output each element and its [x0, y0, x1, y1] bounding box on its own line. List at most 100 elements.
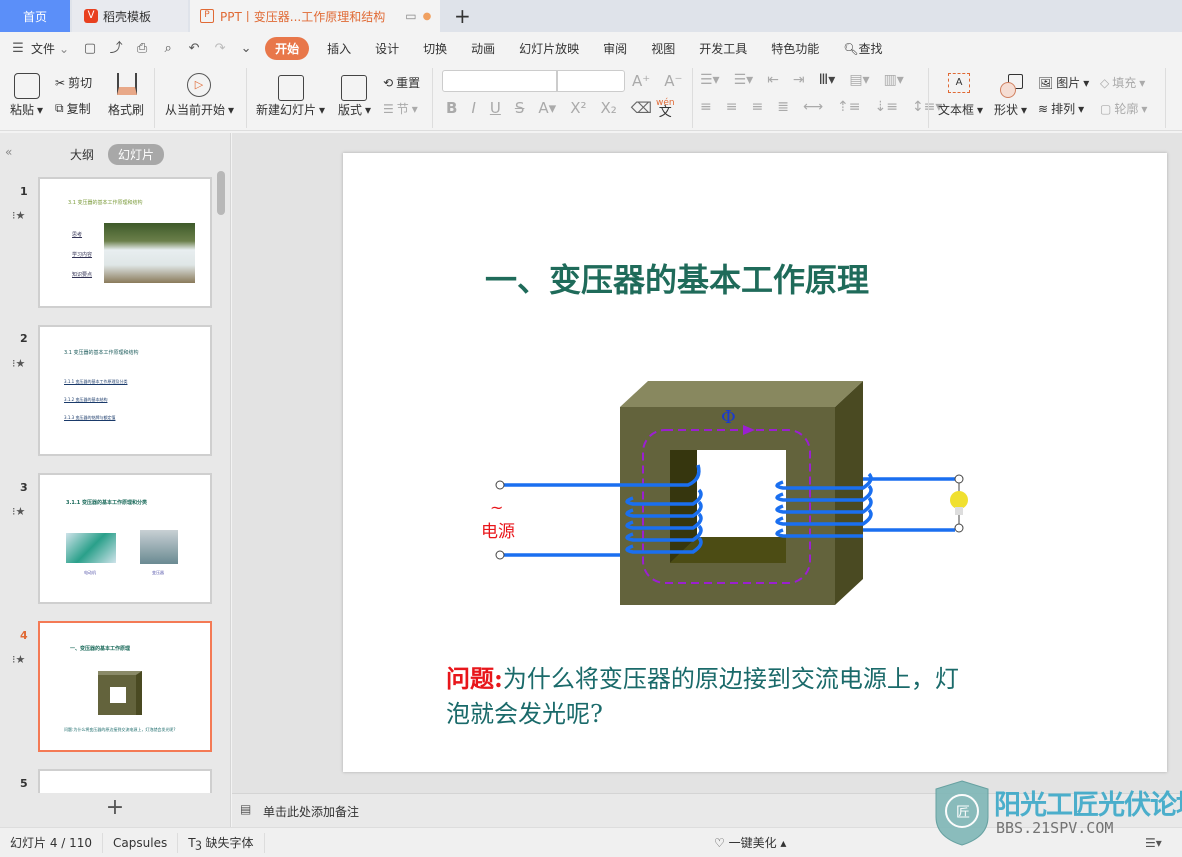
format-painter-button[interactable]: 格式刷 — [108, 101, 144, 118]
customize-dropdown-icon[interactable]: ⌄ — [238, 41, 254, 57]
menu-review[interactable]: 审阅 — [591, 40, 639, 57]
menu-slideshow[interactable]: 幻灯片放映 — [507, 40, 591, 57]
scrollbar-thumb[interactable] — [217, 171, 225, 215]
thumb-title: 一、变压器的基本工作原理 — [70, 646, 131, 652]
missing-fonts-button[interactable]: Tꝫ 缺失字体 — [178, 832, 265, 853]
slide-thumbnail-1[interactable]: 3.1 变压器的基本工作原理和结构 思考 学习内容 知识要点 — [38, 177, 212, 308]
shape-button[interactable]: 形状 ▾ — [994, 101, 1027, 118]
undo-icon[interactable]: ↶ — [186, 41, 202, 57]
justify-icon[interactable]: ≣ — [777, 99, 789, 115]
italic-icon[interactable]: I — [471, 99, 475, 117]
layout-button[interactable]: 版式 ▾ — [338, 101, 371, 118]
text-box-button[interactable]: 文本框 ▾ — [938, 101, 983, 118]
distribute-icon[interactable]: ⟷ — [803, 99, 823, 115]
menu-developer[interactable]: 开发工具 — [687, 40, 759, 57]
cut-button[interactable]: ✂ 剪切 — [55, 74, 92, 91]
print-icon[interactable]: ⎙ — [134, 41, 150, 57]
tab-slides[interactable]: 幻灯片 — [108, 144, 165, 165]
menu-features[interactable]: 特色功能 — [759, 40, 831, 57]
beautify-button[interactable]: ♡ 一键美化 ▴ — [714, 834, 786, 851]
superscript-icon[interactable]: X² — [570, 99, 586, 117]
underline-icon[interactable]: U — [490, 99, 501, 117]
question-line-2: 泡就会发光呢? — [446, 700, 603, 728]
search-button[interactable]: 🔍︎查找 — [831, 40, 894, 57]
thumb-item: 变压器 — [152, 570, 164, 575]
paste-button[interactable]: 粘贴 ▾ — [10, 101, 43, 118]
section-icon: ☰ — [383, 101, 394, 116]
text-direction-icon[interactable]: Ⅲ▾ — [819, 72, 836, 88]
menu-insert[interactable]: 插入 — [315, 40, 363, 57]
subscript-icon[interactable]: X₂ — [600, 99, 616, 117]
bullet-list-icon[interactable]: ☰▾ — [700, 72, 720, 88]
menu-animations[interactable]: 动画 — [459, 40, 507, 57]
chevron-down-icon[interactable]: ⌄ — [59, 42, 69, 56]
hamburger-icon[interactable]: ☰ — [10, 41, 26, 57]
collapse-panel-icon[interactable]: « — [5, 145, 12, 159]
font-color-icon[interactable]: A▾ — [538, 99, 556, 117]
new-tab-button[interactable]: + — [454, 0, 474, 32]
tab-home[interactable]: 首页 — [0, 0, 70, 32]
slide-thumbnail-5[interactable] — [38, 769, 212, 793]
increase-indent-icon[interactable]: ⇥ — [793, 72, 805, 88]
tab-document[interactable]: P PPT丨变压器...工作原理和结构 ▭ ● — [190, 0, 440, 32]
fill-button[interactable]: ◇ 填充 ▾ — [1100, 74, 1145, 91]
thumb-item: 思考 — [72, 232, 83, 238]
slide-thumbnail-2[interactable]: 3.1 变压器的基本工作原理和结构 3.1.1 变压器的基本工作原理及分类 3.… — [38, 325, 212, 456]
new-slide-button[interactable]: 新建幻灯片 ▾ — [256, 101, 325, 118]
increase-font-icon[interactable]: A⁺ — [632, 72, 650, 90]
align-text-icon[interactable]: ▤▾ — [849, 72, 869, 88]
menu-home[interactable]: 开始 — [265, 37, 310, 60]
theme-name[interactable]: Capsules — [103, 832, 179, 853]
fill-icon: ◇ — [1100, 75, 1110, 90]
play-icon: ▷ — [187, 73, 211, 97]
slide-canvas[interactable]: 一、变压器的基本工作原理 Φ ~ 电源 问题:为什么将变压器的原边接到交流电源上… — [343, 153, 1167, 772]
font-name-dropdown[interactable] — [442, 70, 557, 92]
font-size-dropdown[interactable] — [557, 70, 625, 92]
monitor-icon[interactable]: ▭ — [405, 9, 416, 23]
phonetic-guide-button[interactable]: wén 文 — [656, 98, 675, 119]
save-icon[interactable]: ▢ — [82, 41, 98, 57]
bold-icon[interactable]: B — [446, 99, 457, 117]
eraser-icon[interactable]: ⌫ — [631, 99, 652, 117]
menu-transitions[interactable]: 切换 — [411, 40, 459, 57]
copy-button[interactable]: ⧉ 复制 — [55, 100, 91, 117]
align-right-icon[interactable]: ≡ — [751, 99, 763, 115]
reset-button[interactable]: ⟲ 重置 — [383, 74, 420, 91]
file-menu[interactable]: 文件 — [31, 40, 55, 57]
slide-thumbnail-4[interactable]: 一、变压器的基本工作原理 问题:为什么将变压器的原边接到交流电源上，灯泡就会发光… — [38, 621, 212, 752]
menu-bar: ☰ 文件 ⌄ ▢ ⤴ ⎙ ⌕ ↶ ↷ ⌄ 开始 插入 设计 切换 动画 幻灯片放映… — [0, 32, 1182, 65]
export-icon[interactable]: ⤴ — [108, 41, 124, 57]
paste-icon — [14, 73, 40, 99]
menu-view[interactable]: 视图 — [639, 40, 687, 57]
tab-docer-templates[interactable]: ᐯ 稻壳模板 — [72, 0, 188, 32]
align-center-icon[interactable]: ≡ — [726, 99, 738, 115]
align-left-icon[interactable]: ≡ — [700, 99, 712, 115]
slide-thumbnail-3[interactable]: 3.1.1 变压器的基本工作原理和分类 电动机 变压器 — [38, 473, 212, 604]
decrease-font-icon[interactable]: A⁻ — [664, 72, 682, 90]
decrease-indent-icon[interactable]: ⇤ — [767, 72, 779, 88]
slide-number: 1 — [20, 185, 28, 198]
thumb-transformer — [98, 671, 142, 715]
add-slide-button[interactable]: + — [0, 793, 231, 827]
missing-fonts-label: 缺失字体 — [205, 835, 254, 850]
redo-icon[interactable]: ↷ — [212, 41, 228, 57]
notes-placeholder[interactable]: 单击此处添加备注 — [263, 803, 359, 820]
print-preview-icon[interactable]: ⌕ — [160, 41, 176, 57]
arrange-button[interactable]: ≋ 排列 ▾ — [1038, 100, 1084, 117]
section-button[interactable]: ☰ 节 ▾ — [383, 100, 418, 117]
line-spacing-up-icon[interactable]: ⇡≡ — [837, 99, 860, 115]
unsaved-dot-icon: ● — [422, 10, 432, 22]
question-text[interactable]: 问题:为什么将变压器的原边接到交流电源上，灯 泡就会发光呢? — [446, 661, 1066, 732]
menu-design[interactable]: 设计 — [363, 40, 411, 57]
question-line-1: 为什么将变压器的原边接到交流电源上，灯 — [502, 665, 959, 693]
strikethrough-icon[interactable]: S — [515, 99, 525, 117]
outline-button[interactable]: ▢ 轮廓 ▾ — [1100, 100, 1147, 117]
picture-button[interactable]: 🖼︎ 图片 ▾ — [1038, 74, 1089, 91]
play-label: 从当前开始 — [165, 103, 226, 117]
tab-outline[interactable]: 大纲 — [70, 146, 94, 163]
play-from-current-button[interactable]: 从当前开始 ▾ — [165, 101, 234, 118]
picture-label: 图片 — [1056, 76, 1081, 90]
line-spacing-down-icon[interactable]: ⇣≡ — [874, 99, 897, 115]
columns-icon[interactable]: ▥▾ — [884, 72, 904, 88]
numbered-list-icon[interactable]: ☰▾ — [734, 72, 754, 88]
